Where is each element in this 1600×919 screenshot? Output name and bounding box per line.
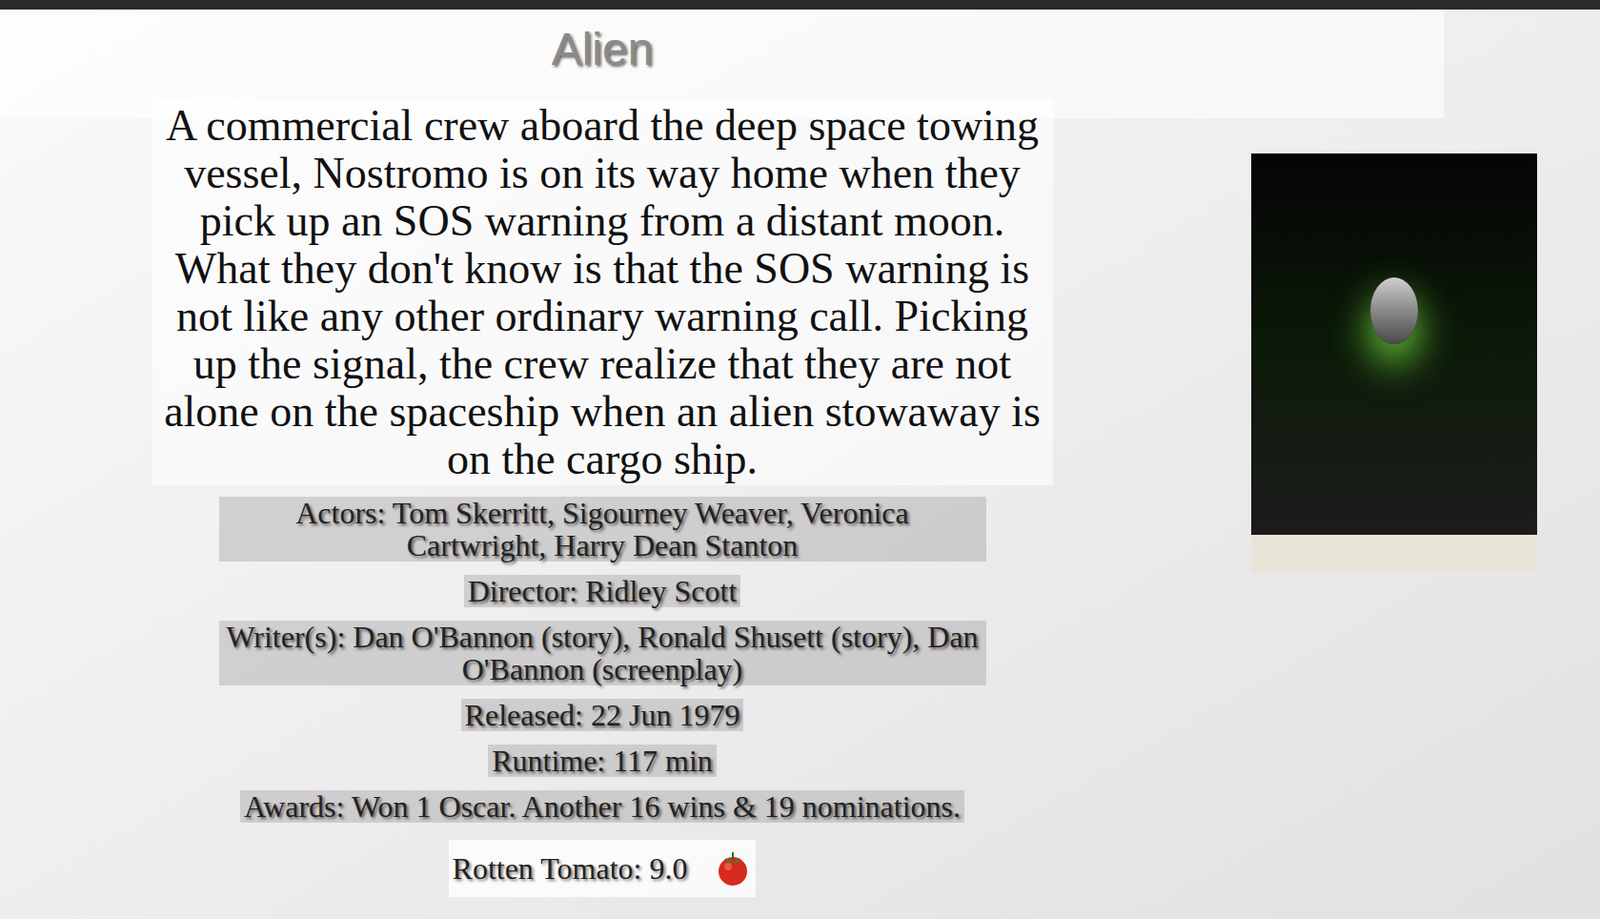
movie-plot: A commercial crew aboard the deep space …: [152, 100, 1054, 486]
detail-row: Released: 22 Jun 1979: [461, 698, 745, 731]
detail-row: Runtime: 117 min: [487, 744, 717, 777]
details-list: Actors: Tom Skerritt, Sigourney Weaver, …: [219, 496, 987, 897]
detail-row: Writer(s): Dan O'Bannon (story), Ronald …: [219, 620, 987, 686]
detail-row: Awards: Won 1 Oscar. Another 16 wins & 1…: [240, 789, 965, 823]
rating-box: Rotten Tomato: 9.0: [448, 839, 757, 897]
movie-page: AlienA commercial crew aboard the deep s…: [0, 0, 1600, 919]
detail-row: Actors: Tom Skerritt, Sigourney Weaver, …: [219, 496, 987, 562]
top-bar: [0, 0, 1600, 10]
main-column: AlienA commercial crew aboard the deep s…: [0, 9, 1205, 897]
rating-text: Rotten Tomato: 9.0: [452, 850, 689, 887]
movie-title: Alien: [551, 20, 654, 101]
tomato-icon: [713, 849, 752, 888]
poster-image: [1251, 153, 1538, 573]
detail-row: Director: Ridley Scott: [464, 574, 742, 608]
